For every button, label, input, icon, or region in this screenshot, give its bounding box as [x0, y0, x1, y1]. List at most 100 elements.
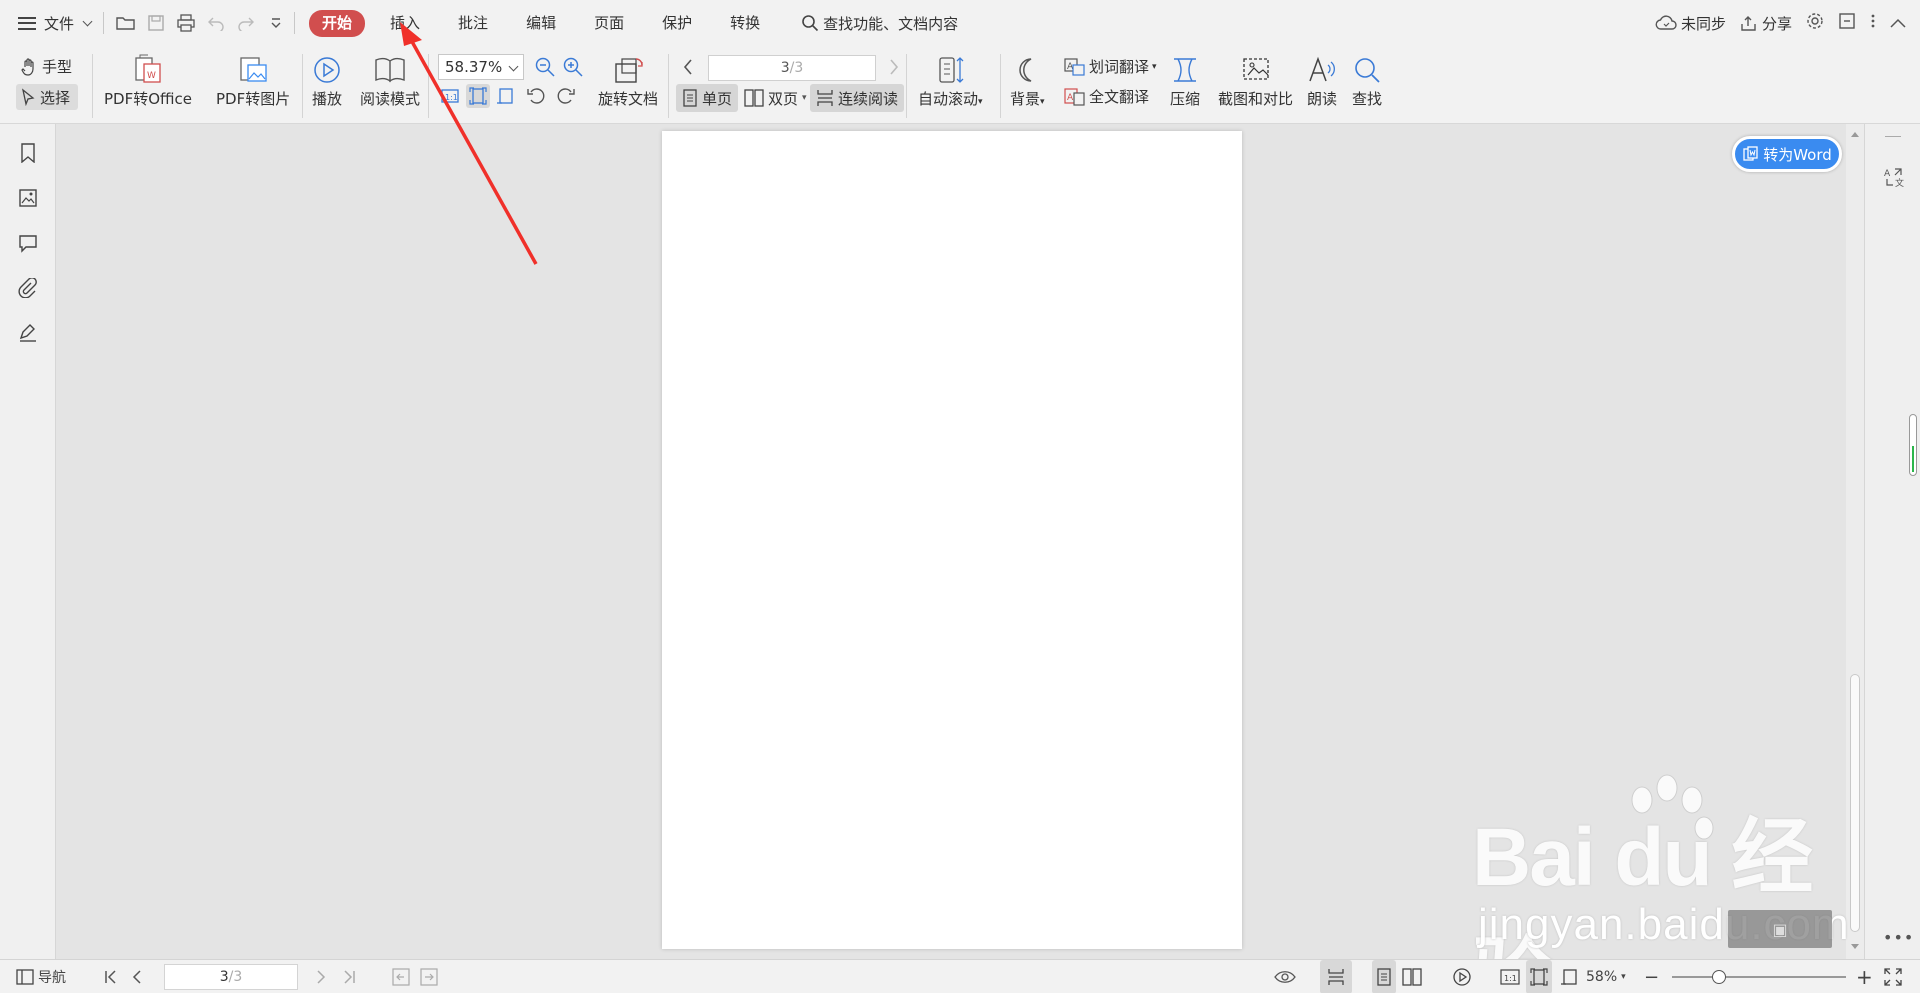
fullscreen-icon[interactable]: [1884, 960, 1902, 993]
zoom-out-minus-icon[interactable]: −: [1644, 960, 1659, 993]
vertical-scrollbar[interactable]: [1846, 124, 1864, 959]
undo-icon[interactable]: [206, 14, 226, 32]
word-translate-button[interactable]: A 划词翻译 ▾: [1064, 56, 1157, 77]
tab-insert[interactable]: 插入: [371, 0, 439, 46]
translate-swap-icon[interactable]: A文: [1883, 166, 1905, 192]
pdf-to-office-label: PDF转Office: [104, 90, 193, 108]
status-zoom-select[interactable]: 58% ▾: [1586, 960, 1626, 993]
more-options-icon[interactable]: [1870, 13, 1876, 33]
feature-search[interactable]: 查找功能、文档内容: [801, 13, 958, 34]
tab-convert[interactable]: 转换: [711, 0, 779, 46]
tab-protect[interactable]: 保护: [643, 0, 711, 46]
signature-pen-icon[interactable]: [17, 322, 39, 344]
tab-start[interactable]: 开始: [309, 9, 366, 37]
screenshot-compare-button[interactable]: 截图和对比: [1218, 52, 1293, 109]
bookmark-icon[interactable]: [17, 142, 39, 164]
play-button[interactable]: 播放: [312, 52, 342, 109]
fit-width-icon[interactable]: [496, 86, 516, 106]
status-page-input[interactable]: 3/3: [164, 964, 298, 990]
double-page-mode-icon[interactable]: [1402, 960, 1422, 993]
previous-page-icon[interactable]: [682, 58, 694, 76]
double-page-button[interactable]: 双页 ▾: [738, 84, 813, 112]
scroll-up-arrow-icon[interactable]: [1851, 132, 1859, 137]
last-page-icon[interactable]: [342, 960, 356, 993]
comment-icon[interactable]: [17, 232, 39, 254]
pdf-to-image-button[interactable]: PDF转图片: [216, 52, 290, 109]
single-page-mode-icon[interactable]: [1372, 960, 1396, 993]
next-page-icon[interactable]: [888, 58, 900, 76]
hamburger-menu-icon[interactable]: [18, 16, 36, 30]
rotate-document-icon: [612, 52, 644, 88]
panel-resize-handle[interactable]: [1909, 414, 1917, 476]
settings-gear-icon[interactable]: [1806, 12, 1824, 34]
customize-toolbar-icon[interactable]: [266, 14, 286, 32]
double-page-icon: [744, 89, 764, 107]
menu-right-group: 未同步 分享: [1655, 0, 1920, 46]
play-icon[interactable]: [1452, 960, 1472, 993]
pdf-to-office-button[interactable]: W PDF转Office: [104, 52, 192, 109]
single-page-button[interactable]: 单页: [676, 84, 739, 112]
first-page-icon[interactable]: [104, 960, 118, 993]
save-icon[interactable]: [146, 14, 166, 32]
file-menu-label: 文件: [44, 14, 75, 33]
select-tool-button[interactable]: 选择: [16, 84, 78, 110]
tab-edit[interactable]: 编辑: [507, 0, 575, 46]
next-page-icon[interactable]: [316, 960, 326, 993]
collapse-ribbon-icon[interactable]: [1890, 14, 1906, 32]
compress-button[interactable]: 压缩: [1170, 52, 1200, 109]
full-translate-button[interactable]: A 全文翻译: [1064, 86, 1149, 107]
actual-size-icon[interactable]: 1:1: [1500, 960, 1520, 993]
print-icon[interactable]: [176, 14, 196, 32]
hand-tool-label: 手型: [42, 58, 73, 76]
rotate-left-icon[interactable]: [526, 86, 546, 106]
zoom-slider-knob[interactable]: [1712, 970, 1726, 984]
fit-width-icon[interactable]: [1560, 960, 1580, 993]
hand-tool-button[interactable]: 手型: [20, 56, 72, 77]
continuous-reading-button[interactable]: 连续阅读: [810, 84, 905, 112]
svg-text:W: W: [147, 71, 156, 81]
sync-status[interactable]: 未同步: [1655, 13, 1726, 34]
file-menu[interactable]: 文件: [44, 13, 95, 34]
feedback-icon[interactable]: [1838, 12, 1856, 34]
redo-icon[interactable]: [236, 14, 256, 32]
pdf-page[interactable]: [662, 131, 1242, 949]
read-aloud-button[interactable]: 朗读: [1306, 52, 1338, 109]
fit-page-icon[interactable]: [466, 84, 490, 108]
tab-page[interactable]: 页面: [575, 0, 643, 46]
zoom-slider[interactable]: [1672, 970, 1846, 984]
find-button[interactable]: 查找: [1352, 52, 1382, 109]
forward-view-icon[interactable]: [420, 960, 438, 993]
convert-to-word-button[interactable]: 转为Word: [1732, 136, 1842, 172]
svg-text:1:1: 1:1: [1504, 974, 1517, 983]
zoom-select[interactable]: 58.37%: [438, 54, 524, 80]
more-dots-icon[interactable]: •••: [1883, 928, 1914, 947]
tab-comment[interactable]: 批注: [439, 0, 507, 46]
eye-protection-icon[interactable]: [1274, 960, 1296, 993]
zoom-out-icon[interactable]: [534, 56, 556, 78]
auto-scroll-button[interactable]: 自动滚动▾: [918, 52, 983, 109]
svg-text:1:1: 1:1: [445, 93, 458, 102]
thumbnail-icon[interactable]: [17, 187, 39, 209]
rotate-right-icon[interactable]: [556, 86, 576, 106]
scrollbar-thumb[interactable]: [1850, 674, 1860, 932]
share-button[interactable]: 分享: [1740, 13, 1792, 34]
share-label: 分享: [1761, 14, 1792, 33]
open-folder-icon[interactable]: [116, 14, 136, 32]
back-view-icon[interactable]: [392, 960, 410, 993]
zoom-in-icon[interactable]: [562, 56, 584, 78]
background-button[interactable]: 背景▾: [1010, 52, 1045, 109]
pdf-to-office-icon: W: [132, 52, 164, 88]
page-number-input[interactable]: 3/3: [708, 55, 876, 81]
previous-page-icon[interactable]: [132, 960, 142, 993]
actual-size-icon[interactable]: 1:1: [440, 86, 460, 106]
reading-mode-button[interactable]: 阅读模式: [360, 52, 420, 109]
continuous-mode-icon[interactable]: [1320, 960, 1352, 993]
scroll-down-arrow-icon[interactable]: [1851, 944, 1859, 949]
fit-page-icon[interactable]: [1526, 960, 1552, 993]
attachment-paperclip-icon[interactable]: [17, 277, 39, 299]
navigation-toggle[interactable]: 导航: [16, 960, 66, 993]
rotate-document-button[interactable]: 旋转文档: [598, 52, 658, 109]
zoom-in-plus-icon[interactable]: +: [1856, 960, 1873, 993]
find-icon: [1352, 52, 1382, 88]
status-zoom-value: 58%: [1586, 969, 1618, 985]
